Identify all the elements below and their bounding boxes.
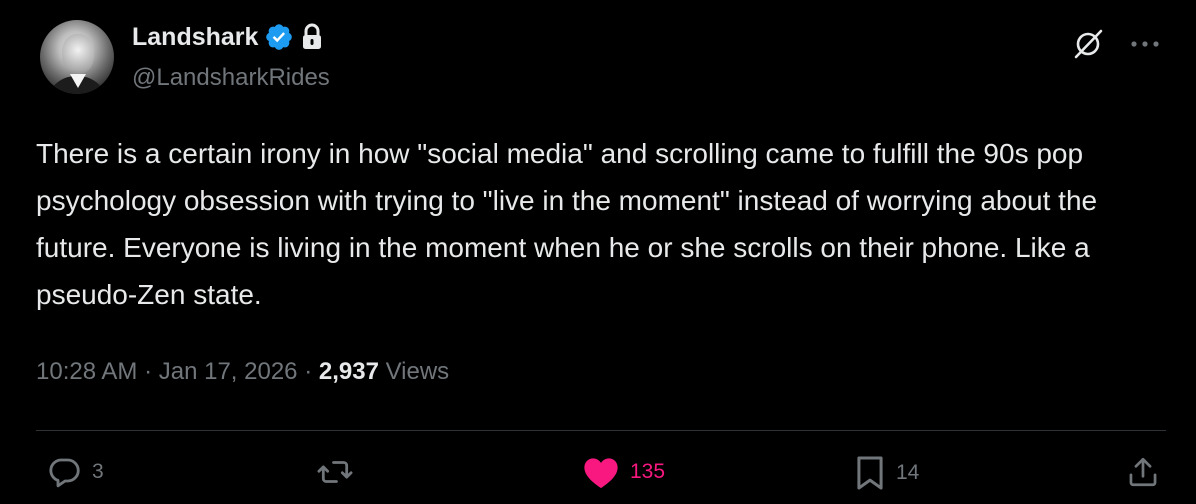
tweet-date[interactable]: Jan 17, 2026 bbox=[159, 358, 298, 386]
action-bar: 3 135 14 bbox=[36, 454, 1160, 498]
reply-button[interactable]: 3 bbox=[46, 454, 104, 490]
bookmark-count: 14 bbox=[896, 461, 920, 484]
verified-badge-icon bbox=[264, 22, 294, 52]
bookmark-icon bbox=[854, 454, 886, 492]
grok-icon[interactable] bbox=[1072, 28, 1104, 60]
views-label-text: Views bbox=[385, 358, 450, 385]
like-button[interactable]: 135 bbox=[582, 454, 665, 490]
avatar[interactable] bbox=[40, 20, 114, 94]
bookmark-button[interactable]: 14 bbox=[854, 454, 919, 492]
reply-icon bbox=[46, 454, 82, 490]
tweet-meta: 10:28 AM · Jan 17, 2026 · 2,937 Views bbox=[36, 358, 449, 386]
tweet-time[interactable]: 10:28 AM bbox=[36, 358, 137, 386]
views-label: Views bbox=[379, 358, 450, 386]
like-icon bbox=[582, 454, 620, 490]
like-count: 135 bbox=[630, 460, 666, 483]
author-handle[interactable]: @LandsharkRides bbox=[132, 64, 330, 92]
author-name-row: Landshark bbox=[132, 22, 324, 52]
avatar-face bbox=[62, 34, 94, 74]
divider bbox=[36, 430, 1166, 431]
retweet-button[interactable] bbox=[316, 454, 364, 490]
share-icon bbox=[1126, 454, 1160, 490]
tweet-header-actions bbox=[1072, 28, 1160, 60]
author-display-name[interactable]: Landshark bbox=[132, 23, 258, 52]
tweet-text: There is a certain irony in how "social … bbox=[36, 138, 1098, 310]
views-count: 2,937 bbox=[318, 358, 379, 385]
lock-icon bbox=[300, 23, 324, 51]
share-button[interactable] bbox=[1126, 454, 1160, 490]
meta-separator: · bbox=[297, 358, 319, 385]
meta-separator: · bbox=[137, 358, 159, 385]
retweet-icon bbox=[316, 454, 354, 490]
reply-count: 3 bbox=[92, 460, 104, 483]
more-icon[interactable] bbox=[1130, 39, 1160, 49]
